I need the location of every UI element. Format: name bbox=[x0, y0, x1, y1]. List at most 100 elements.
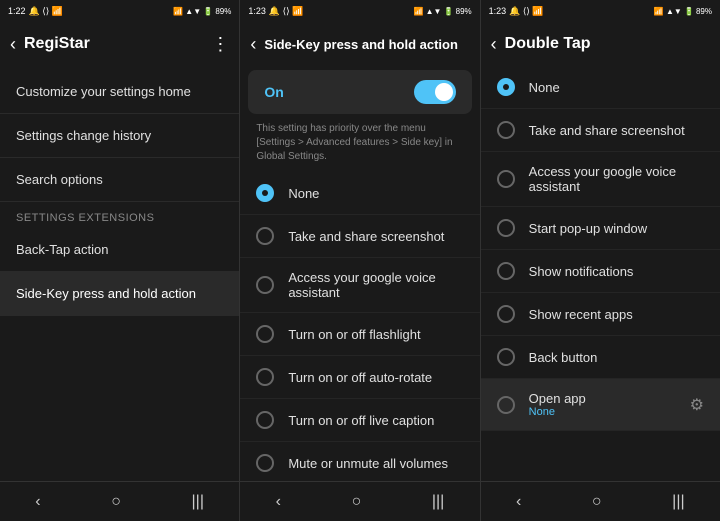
screen-doubletap: 1:23 🔔 ⟨⟩ 📶 📶 ▲▼ 🔋 89% ‹ Double Tap None… bbox=[481, 0, 720, 521]
time-3: 1:23 bbox=[489, 6, 507, 16]
radio-screenshot-3[interactable]: Take and share screenshot bbox=[481, 109, 720, 152]
radio-none-3[interactable]: None bbox=[481, 66, 720, 109]
nav-recents-1[interactable]: ||| bbox=[172, 485, 224, 519]
page-title-1: RegiStar bbox=[24, 35, 203, 53]
radio-circle-popup-3 bbox=[497, 219, 515, 237]
menu-item-backtap[interactable]: Back-Tap action bbox=[0, 228, 239, 272]
radio-openapp-3[interactable]: Open app None ⚙ bbox=[481, 379, 720, 431]
time-2: 1:23 bbox=[248, 6, 266, 16]
radio-label-autorotate-2: Turn on or off auto-rotate bbox=[288, 370, 463, 385]
radio-flashlight-2[interactable]: Turn on or off flashlight bbox=[240, 313, 479, 356]
radio-notifications-3[interactable]: Show notifications bbox=[481, 250, 720, 293]
radio-label-screenshot-3: Take and share screenshot bbox=[529, 123, 704, 138]
section-label-extensions: Settings extensions bbox=[0, 202, 239, 228]
gear-icon-3[interactable]: ⚙ bbox=[690, 395, 704, 415]
hint-text: This setting has priority over the menu … bbox=[240, 118, 479, 172]
page-title-3: Double Tap bbox=[505, 35, 710, 53]
radio-google-3[interactable]: Access your google voice assistant bbox=[481, 152, 720, 207]
radio-label-livecaption-2: Turn on or off live caption bbox=[288, 413, 463, 428]
nav-back-1[interactable]: ‹ bbox=[15, 485, 60, 519]
radio-mute-2[interactable]: Mute or unmute all volumes bbox=[240, 442, 479, 481]
signal-icons-1: 📶 ▲▼ 🔋 bbox=[173, 7, 213, 16]
radio-circle-mute-2 bbox=[256, 454, 274, 472]
radio-circle-screenshot-3 bbox=[497, 121, 515, 139]
radio-openapp-text-3: Open app None bbox=[529, 391, 676, 418]
radio-circle-recentapps-3 bbox=[497, 305, 515, 323]
status-right-3: 📶 ▲▼ 🔋 89% bbox=[654, 7, 712, 16]
nav-home-2[interactable]: ○ bbox=[332, 485, 382, 519]
radio-list-3: None Take and share screenshot Access yo… bbox=[481, 66, 720, 481]
battery-2: 89% bbox=[456, 7, 472, 16]
radio-label-recentapps-3: Show recent apps bbox=[529, 307, 704, 322]
radio-circle-livecaption-2 bbox=[256, 411, 274, 429]
menu-item-sidekey[interactable]: Side-Key press and hold action bbox=[0, 272, 239, 316]
screen-registar: 1:22 🔔 ⟨⟩ 📶 📶 ▲▼ 🔋 89% ‹ RegiStar ⋮ Cust… bbox=[0, 0, 240, 521]
radio-screenshot-2[interactable]: Take and share screenshot bbox=[240, 215, 479, 258]
more-button-1[interactable]: ⋮ bbox=[211, 34, 229, 55]
radio-none-2[interactable]: None bbox=[240, 172, 479, 215]
radio-label-none-3: None bbox=[529, 80, 704, 95]
radio-circle-notifications-3 bbox=[497, 262, 515, 280]
toggle-row: On bbox=[248, 70, 471, 114]
status-left-1: 1:22 🔔 ⟨⟩ 📶 bbox=[8, 6, 63, 17]
radio-circle-flashlight-2 bbox=[256, 325, 274, 343]
nav-home-3[interactable]: ○ bbox=[572, 485, 622, 519]
radio-label-popup-3: Start pop-up window bbox=[529, 221, 704, 236]
nav-back-2[interactable]: ‹ bbox=[256, 485, 301, 519]
radio-sublabel-openapp-3: None bbox=[529, 406, 676, 418]
status-right-2: 📶 ▲▼ 🔋 89% bbox=[413, 7, 471, 16]
back-button-3[interactable]: ‹ bbox=[491, 34, 497, 55]
radio-circle-google-2 bbox=[256, 276, 274, 294]
status-left-2: 1:23 🔔 ⟨⟩ 📶 bbox=[248, 6, 303, 17]
radio-circle-openapp-3 bbox=[497, 396, 515, 414]
status-left-3: 1:23 🔔 ⟨⟩ 📶 bbox=[489, 6, 544, 17]
radio-popup-3[interactable]: Start pop-up window bbox=[481, 207, 720, 250]
back-button-2[interactable]: ‹ bbox=[250, 34, 256, 55]
radio-label-google-2: Access your google voice assistant bbox=[288, 270, 463, 300]
back-button-1[interactable]: ‹ bbox=[10, 34, 16, 55]
radio-circle-none-2 bbox=[256, 184, 274, 202]
radio-google-2[interactable]: Access your google voice assistant bbox=[240, 258, 479, 313]
nav-bar-1: ‹ ○ ||| bbox=[0, 481, 239, 521]
radio-autorotate-2[interactable]: Turn on or off auto-rotate bbox=[240, 356, 479, 399]
radio-circle-google-3 bbox=[497, 170, 515, 188]
nav-recents-2[interactable]: ||| bbox=[412, 485, 464, 519]
status-bar-2: 1:23 🔔 ⟨⟩ 📶 📶 ▲▼ 🔋 89% bbox=[240, 0, 479, 22]
nav-home-1[interactable]: ○ bbox=[91, 485, 141, 519]
status-bar-3: 1:23 🔔 ⟨⟩ 📶 📶 ▲▼ 🔋 89% bbox=[481, 0, 720, 22]
signal-icons-3: 📶 ▲▼ 🔋 bbox=[654, 7, 694, 16]
radio-circle-back-3 bbox=[497, 348, 515, 366]
status-right-1: 📶 ▲▼ 🔋 89% bbox=[173, 7, 231, 16]
menu-item-customize[interactable]: Customize your settings home bbox=[0, 70, 239, 114]
radio-back-3[interactable]: Back button bbox=[481, 336, 720, 379]
time-1: 1:22 bbox=[8, 6, 26, 16]
radio-label-notifications-3: Show notifications bbox=[529, 264, 704, 279]
status-bar-1: 1:22 🔔 ⟨⟩ 📶 📶 ▲▼ 🔋 89% bbox=[0, 0, 239, 22]
radio-label-flashlight-2: Turn on or off flashlight bbox=[288, 327, 463, 342]
radio-livecaption-2[interactable]: Turn on or off live caption bbox=[240, 399, 479, 442]
nav-recents-3[interactable]: ||| bbox=[652, 485, 704, 519]
menu-list-1: Customize your settings home Settings ch… bbox=[0, 66, 239, 481]
radio-label-google-3: Access your google voice assistant bbox=[529, 164, 704, 194]
icons-2: 🔔 ⟨⟩ 📶 bbox=[269, 6, 303, 17]
radio-list-2: None Take and share screenshot Access yo… bbox=[240, 172, 479, 481]
signal-icons-2: 📶 ▲▼ 🔋 bbox=[413, 7, 453, 16]
menu-item-history[interactable]: Settings change history bbox=[0, 114, 239, 158]
header-3: ‹ Double Tap bbox=[481, 22, 720, 66]
radio-circle-autorotate-2 bbox=[256, 368, 274, 386]
menu-item-search[interactable]: Search options bbox=[0, 158, 239, 202]
nav-back-3[interactable]: ‹ bbox=[496, 485, 541, 519]
radio-label-screenshot-2: Take and share screenshot bbox=[288, 229, 463, 244]
radio-circle-screenshot-2 bbox=[256, 227, 274, 245]
radio-label-openapp-3: Open app bbox=[529, 391, 676, 406]
radio-recentapps-3[interactable]: Show recent apps bbox=[481, 293, 720, 336]
nav-bar-2: ‹ ○ ||| bbox=[240, 481, 479, 521]
icons-1: 🔔 ⟨⟩ 📶 bbox=[29, 6, 63, 17]
screen-sidekey: 1:23 🔔 ⟨⟩ 📶 📶 ▲▼ 🔋 89% ‹ Side-Key press … bbox=[240, 0, 480, 521]
toggle-label: On bbox=[264, 84, 283, 100]
header-2: ‹ Side-Key press and hold action bbox=[240, 22, 479, 66]
toggle-switch[interactable] bbox=[414, 80, 456, 104]
header-1: ‹ RegiStar ⋮ bbox=[0, 22, 239, 66]
radio-label-back-3: Back button bbox=[529, 350, 704, 365]
battery-3: 89% bbox=[696, 7, 712, 16]
